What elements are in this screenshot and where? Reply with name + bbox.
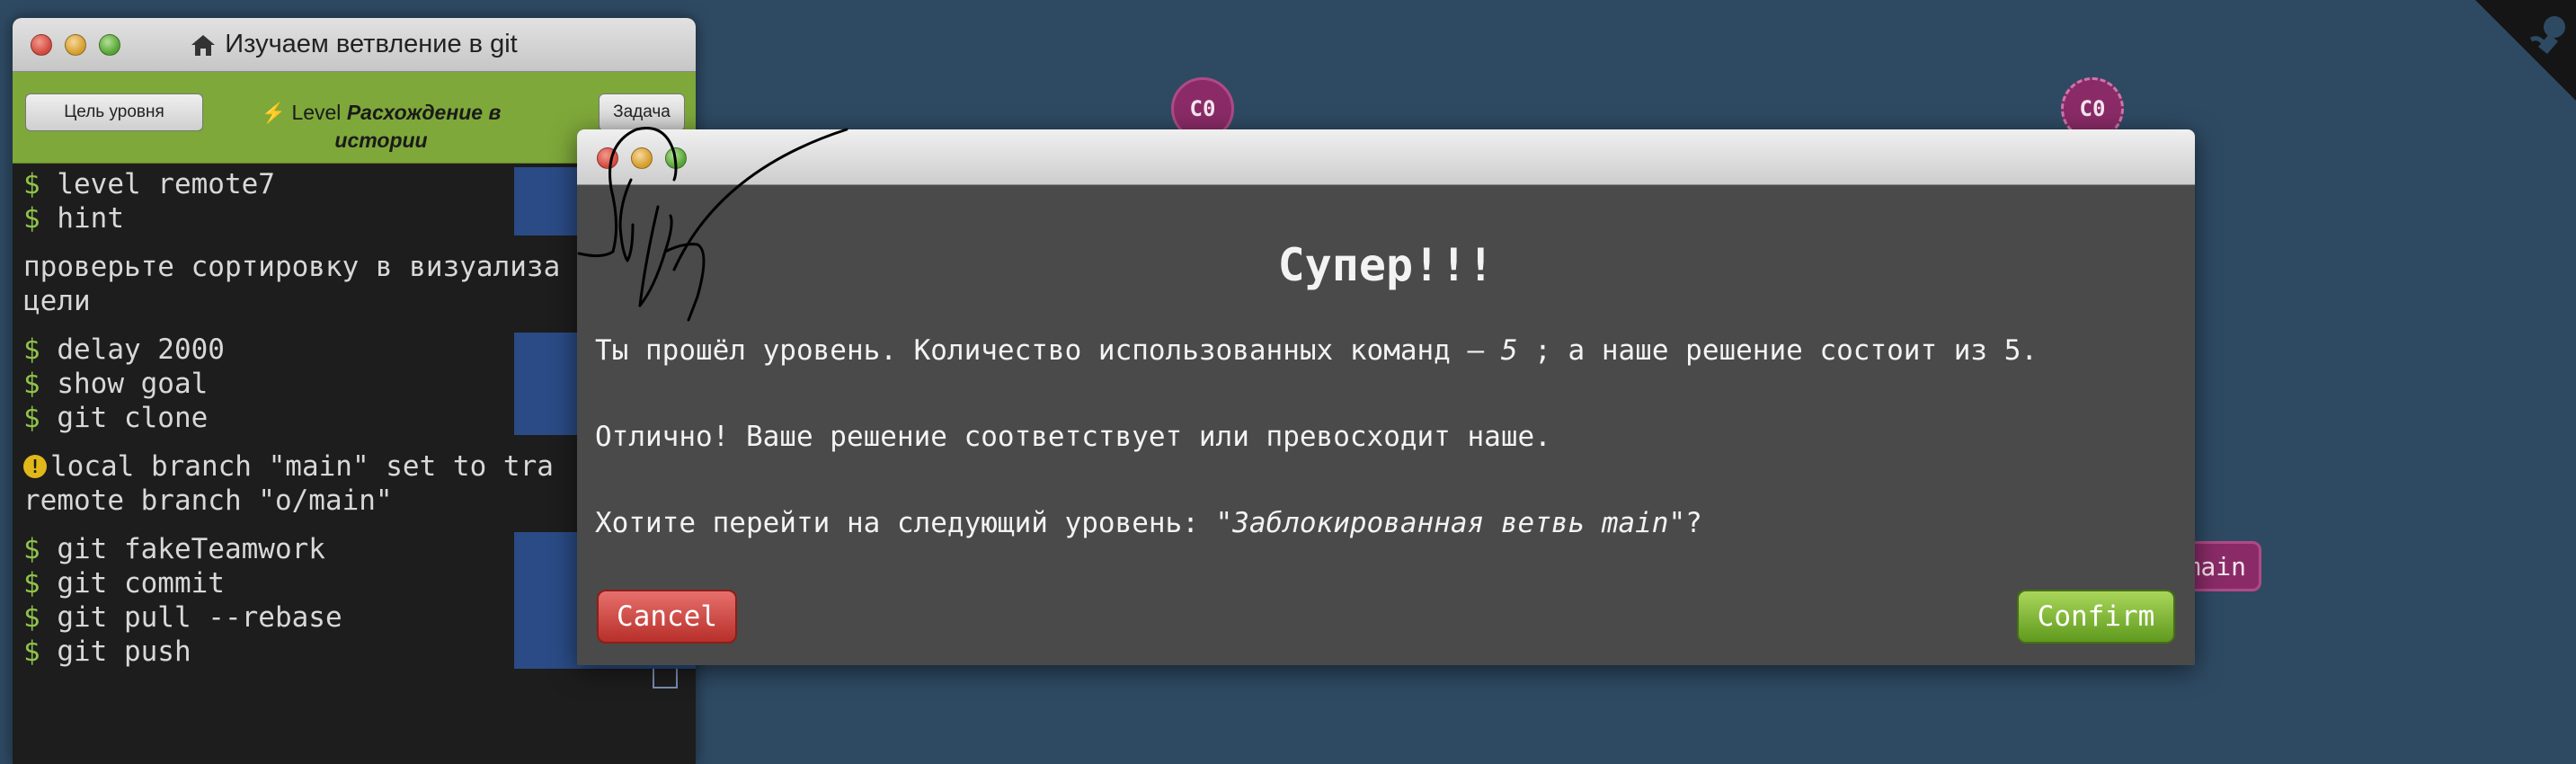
maximize-icon[interactable] [99, 34, 120, 56]
level-complete-dialog: Супер!!! Ты прошёл уровень. Количество и… [577, 129, 2195, 665]
command-count: 5 [1500, 334, 1518, 367]
level-name: Расхождение в истории [334, 101, 502, 152]
dialog-titlebar [577, 129, 2195, 185]
minimize-icon[interactable] [65, 34, 86, 56]
dialog-result-text: Ты прошёл уровень. Количество использова… [595, 334, 2039, 367]
level-prefix: Level [291, 101, 342, 124]
dialog-next-level-text: Хотите перейти на следующий уровень: "За… [595, 507, 1702, 539]
cancel-button[interactable]: Cancel [597, 590, 737, 644]
terminal-title-text: Изучаем ветвление в git [225, 30, 518, 58]
next-level-name: Заблокированная ветвь main [1232, 507, 1669, 539]
minimize-icon[interactable] [631, 147, 653, 169]
maximize-icon[interactable] [665, 147, 687, 169]
level-info: ⚡ Level Расхождение в истории [228, 99, 534, 154]
terminal-title: Изучаем ветвление в git [191, 30, 518, 59]
bolt-icon: ⚡ [261, 102, 287, 124]
window-controls [31, 34, 120, 56]
close-icon[interactable] [597, 147, 618, 169]
checkmark-icon [653, 669, 678, 688]
terminal-titlebar: Изучаем ветвление в git [13, 18, 696, 72]
close-icon[interactable] [31, 34, 52, 56]
octocat-corner-icon[interactable] [2475, 0, 2576, 101]
warning-icon: ! [23, 455, 47, 478]
dialog-praise-text: Отлично! Ваше решение соответствует или … [595, 421, 1551, 453]
dialog-window-controls [597, 147, 687, 169]
dialog-heading: Супер!!! [1277, 239, 1495, 291]
confirm-button[interactable]: Confirm [2017, 590, 2175, 644]
level-goal-button[interactable]: Цель уровня [25, 93, 203, 131]
task-button[interactable]: Задача [599, 93, 685, 131]
home-icon [191, 34, 216, 56]
